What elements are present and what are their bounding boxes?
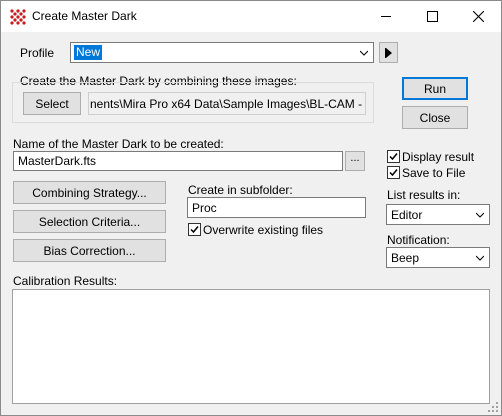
notification-value: Beep bbox=[391, 251, 420, 265]
select-button[interactable]: Select bbox=[23, 92, 81, 115]
title-bar[interactable]: Create Master Dark bbox=[1, 1, 501, 32]
profile-value: New bbox=[74, 45, 103, 60]
play-arrow-icon bbox=[384, 47, 392, 58]
subfolder-field[interactable]: Proc bbox=[187, 197, 366, 218]
display-result-label: Display result bbox=[402, 150, 475, 164]
save-to-file-label: Save to File bbox=[402, 166, 466, 180]
notification-label: Notification: bbox=[387, 233, 450, 247]
maximize-button[interactable] bbox=[409, 1, 455, 32]
close-icon bbox=[472, 11, 484, 22]
overwrite-label: Overwrite existing files bbox=[203, 223, 324, 237]
bias-correction-button[interactable]: Bias Correction... bbox=[13, 239, 166, 262]
minimize-button[interactable] bbox=[363, 1, 409, 32]
list-results-label: List results in: bbox=[387, 188, 461, 202]
window-title: Create Master Dark bbox=[32, 9, 137, 23]
combining-strategy-button[interactable]: Combining Strategy... bbox=[13, 181, 166, 204]
display-result-checkbox[interactable] bbox=[387, 150, 400, 163]
output-name-label: Name of the Master Dark to be created: bbox=[13, 137, 224, 151]
browse-button[interactable]: ... bbox=[345, 151, 365, 171]
minimize-icon bbox=[381, 16, 391, 17]
chevron-down-icon bbox=[476, 255, 484, 261]
calibration-results-textarea[interactable] bbox=[12, 289, 490, 404]
chevron-down-icon bbox=[360, 50, 368, 56]
checkmark-icon bbox=[389, 169, 398, 177]
checkmark-icon bbox=[190, 226, 199, 234]
output-name-field[interactable]: MasterDark.fts bbox=[13, 151, 343, 171]
resize-grip-icon[interactable] bbox=[487, 401, 499, 413]
profile-menu-button[interactable] bbox=[379, 42, 398, 63]
maximize-icon bbox=[426, 11, 438, 22]
checkmark-icon bbox=[389, 153, 398, 161]
list-results-value: Editor bbox=[391, 208, 423, 222]
subfolder-label: Create in subfolder: bbox=[188, 183, 293, 197]
profile-label: Profile bbox=[20, 46, 55, 60]
dialog-window: Create Master Dark Profile New Create th… bbox=[0, 0, 502, 416]
notification-select[interactable]: Beep bbox=[386, 247, 490, 268]
profile-select[interactable]: New bbox=[70, 42, 374, 63]
close-button[interactable]: Close bbox=[402, 106, 468, 129]
app-icon bbox=[10, 9, 26, 25]
list-results-select[interactable]: Editor bbox=[386, 204, 490, 225]
chevron-down-icon bbox=[476, 212, 484, 218]
source-path-field[interactable]: nents\Mira Pro x64 Data\Sample Images\BL… bbox=[88, 92, 366, 115]
selection-criteria-button[interactable]: Selection Criteria... bbox=[13, 210, 166, 233]
run-button[interactable]: Run bbox=[402, 77, 468, 100]
calibration-results-label: Calibration Results: bbox=[13, 274, 118, 288]
overwrite-checkbox[interactable] bbox=[188, 223, 201, 236]
close-window-button[interactable] bbox=[455, 1, 501, 32]
save-to-file-checkbox[interactable] bbox=[387, 166, 400, 179]
